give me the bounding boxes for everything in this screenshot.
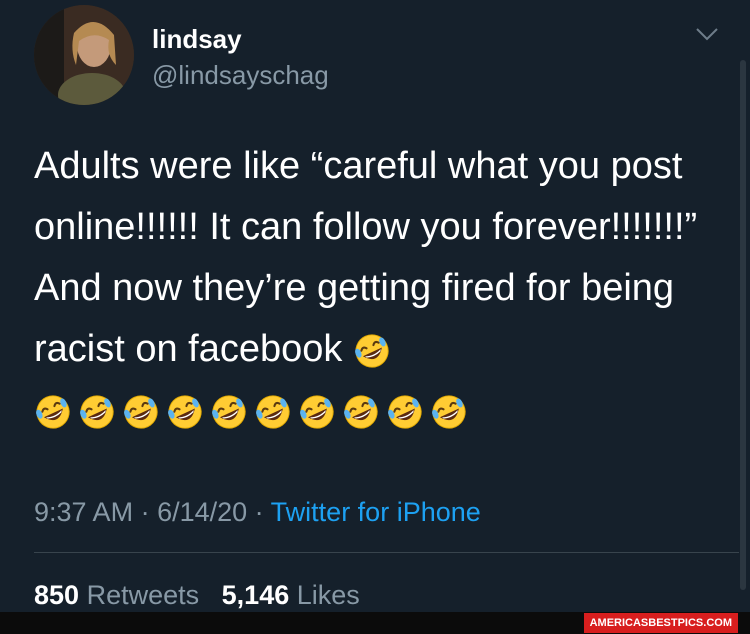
avatar[interactable]	[34, 5, 134, 105]
likes-stat[interactable]: 5,146 Likes	[222, 580, 360, 610]
scrollbar[interactable]	[740, 60, 746, 590]
tweet-stats: 850 Retweets 5,146 Likes	[34, 578, 360, 612]
tweet-meta: 9:37 AM · 6/14/20 · Twitter for iPhone	[34, 495, 481, 529]
rolling-laughing-emoji-icon	[300, 395, 334, 429]
avatar-photo	[34, 5, 134, 105]
rolling-laughing-emoji-icon	[344, 395, 378, 429]
user-handle[interactable]: @lindsayschag	[152, 60, 329, 90]
rolling-laughing-emoji-icon	[124, 395, 158, 429]
meta-separator: ·	[133, 497, 158, 527]
rolling-laughing-emoji-icon	[80, 395, 114, 429]
tweet-source-link[interactable]: Twitter for iPhone	[271, 497, 481, 527]
rolling-laughing-emoji-icon	[355, 334, 389, 368]
retweets-stat[interactable]: 850 Retweets	[34, 580, 199, 610]
chevron-down-icon[interactable]	[694, 24, 720, 44]
tweet-time[interactable]: 9:37 AM	[34, 497, 133, 527]
likes-count: 5,146	[221, 580, 290, 610]
watermark: AMERICASBESTPICS.COM	[583, 613, 738, 633]
rolling-laughing-emoji-icon	[168, 395, 202, 429]
meta-separator: ·	[247, 497, 271, 527]
tweet-body: Adults were like “careful what you post …	[34, 136, 734, 441]
rolling-laughing-emoji-icon	[212, 395, 246, 429]
rolling-laughing-emoji-icon	[36, 395, 70, 429]
display-name[interactable]: lindsay	[152, 24, 242, 54]
rolling-laughing-emoji-icon	[256, 395, 290, 429]
retweets-count: 850	[34, 580, 80, 610]
tweet-date[interactable]: 6/14/20	[157, 497, 247, 527]
likes-label: Likes	[296, 580, 360, 610]
rolling-laughing-emoji-icon	[388, 395, 422, 429]
retweets-label: Retweets	[86, 580, 200, 610]
divider	[34, 552, 739, 553]
rolling-laughing-emoji-icon	[432, 395, 466, 429]
